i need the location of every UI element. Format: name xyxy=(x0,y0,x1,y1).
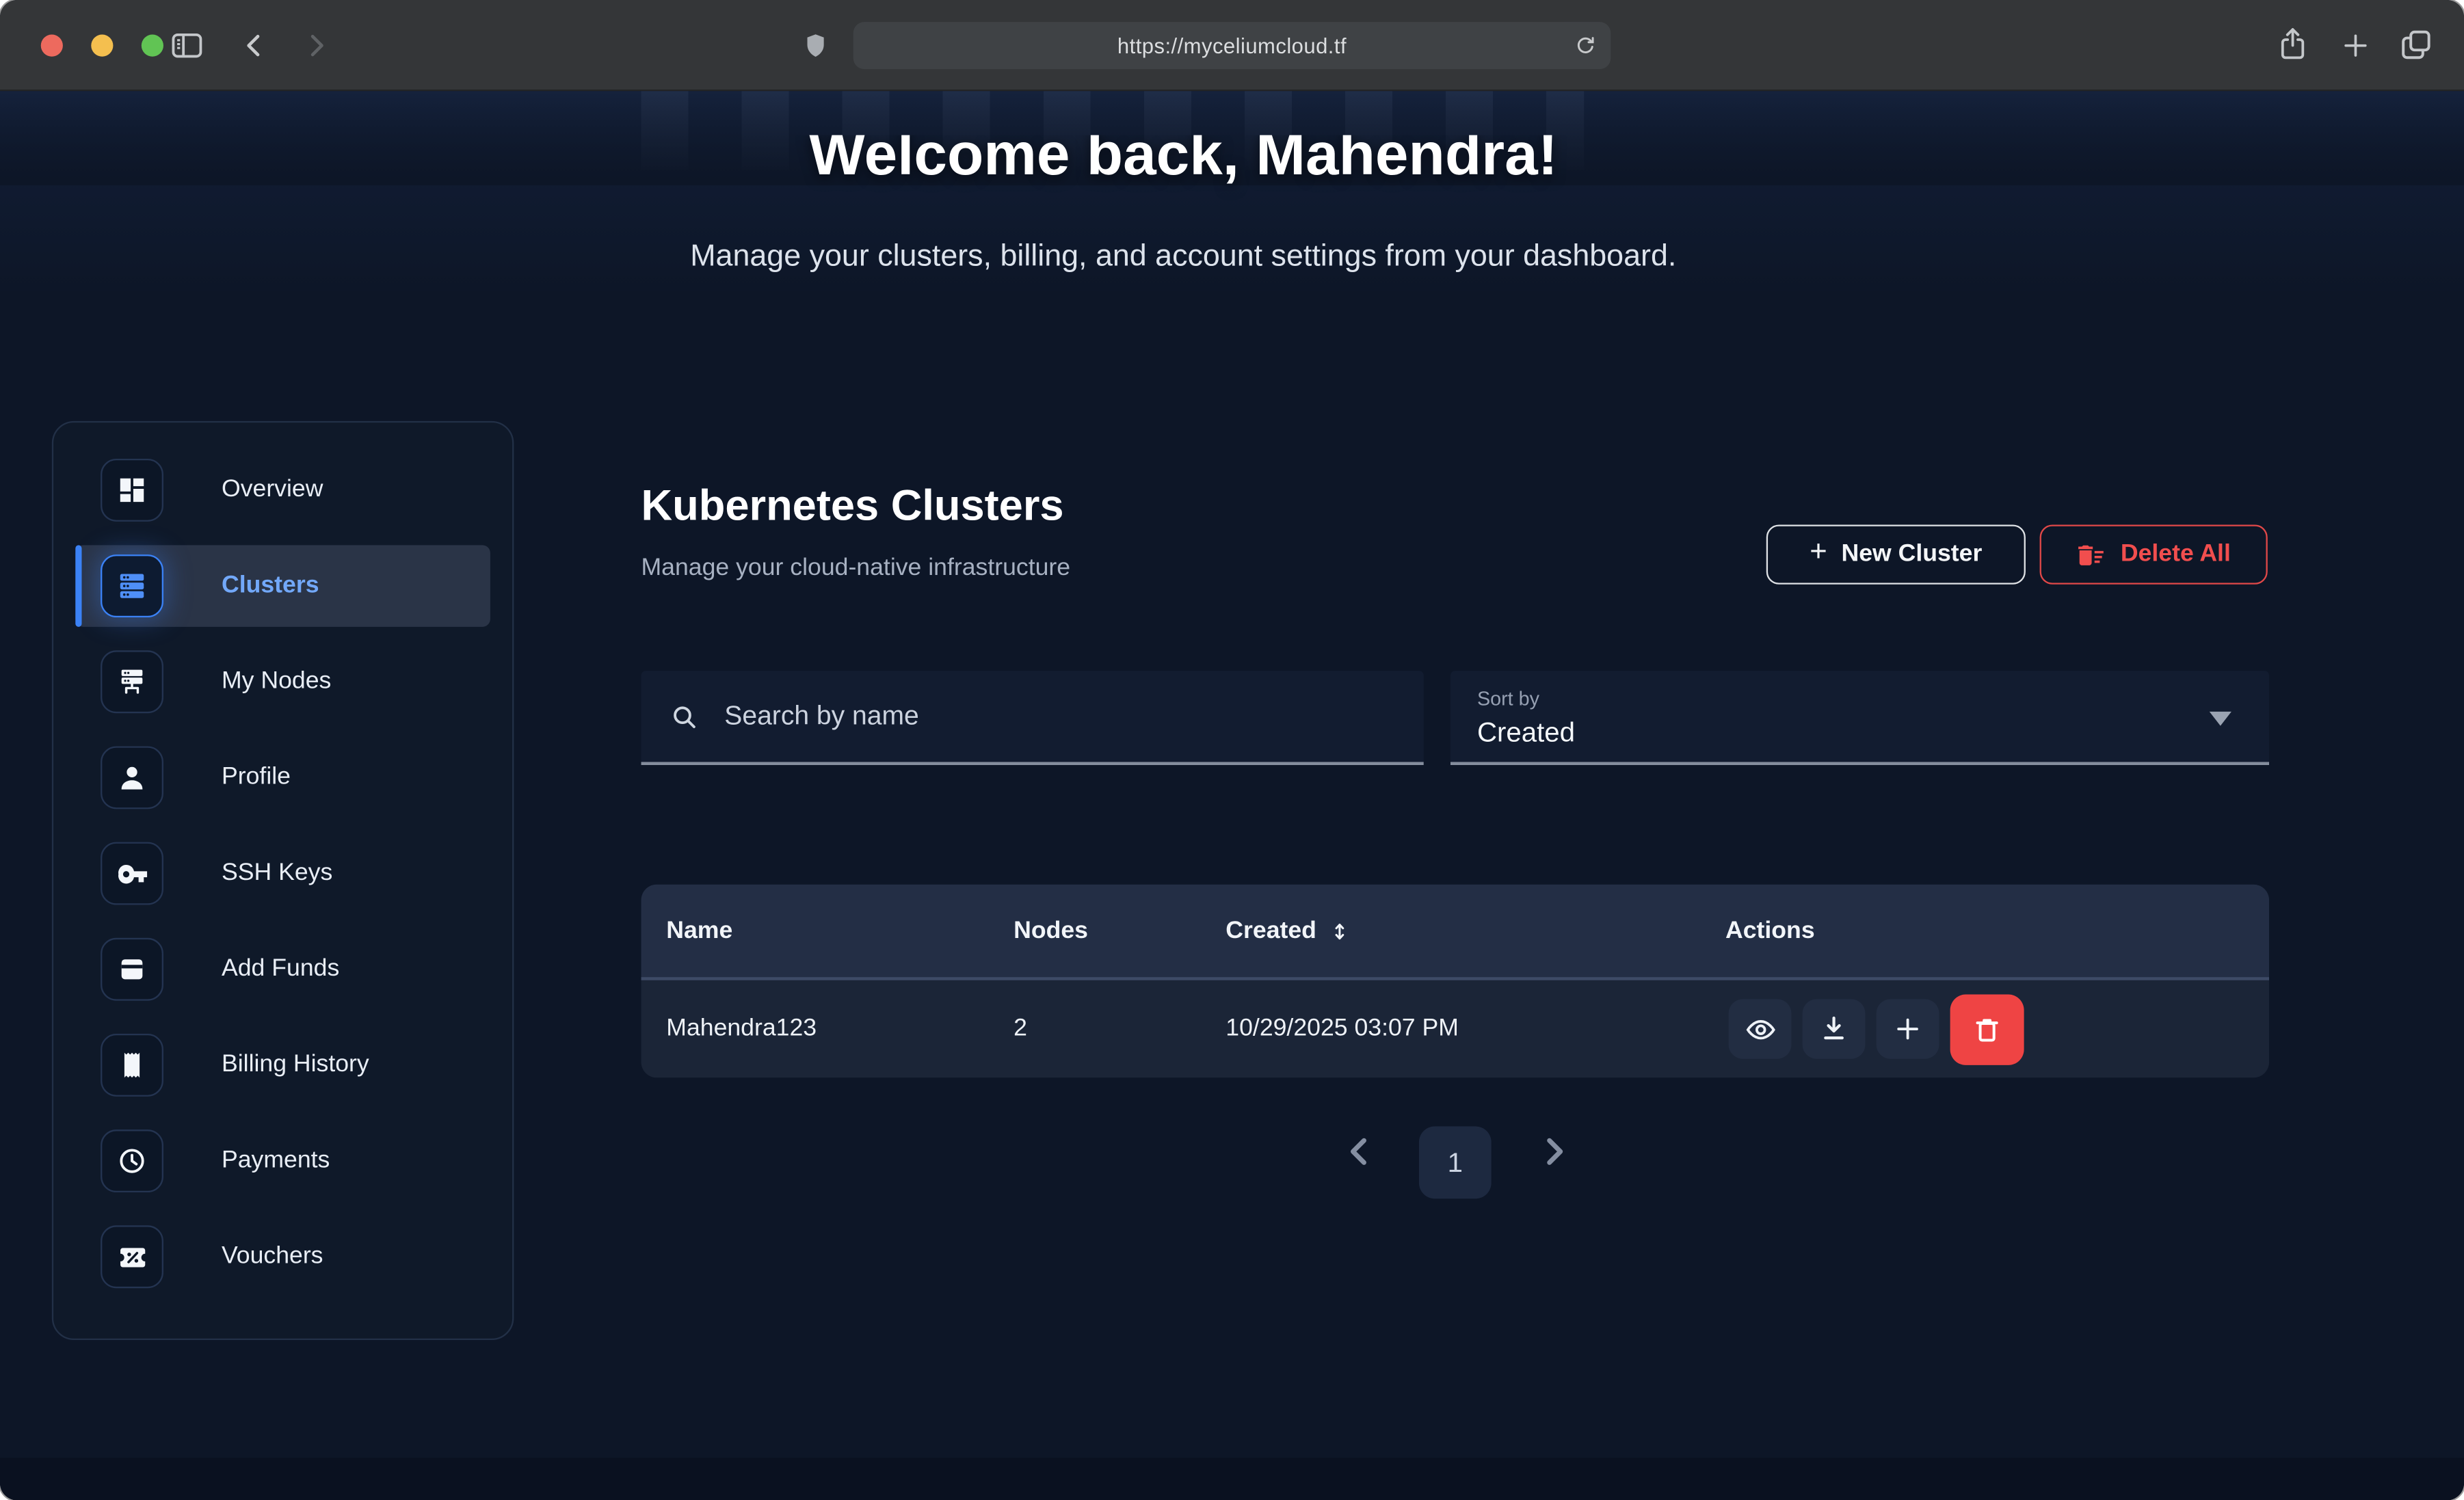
receipt-icon xyxy=(101,1034,163,1097)
new-cluster-button[interactable]: + New Cluster xyxy=(1766,524,2026,584)
search-input[interactable] xyxy=(721,699,1396,734)
row-actions xyxy=(1725,993,2269,1064)
sort-value: Created xyxy=(1477,716,2242,749)
sort-label: Sort by xyxy=(1477,688,2242,710)
page-number-button[interactable]: 1 xyxy=(1419,1127,1492,1199)
sidebar-item-billing-history[interactable]: Billing History xyxy=(75,1024,490,1106)
table-header-row: Name Nodes Created Actions xyxy=(641,885,2270,980)
sidebar-item-my-nodes[interactable]: My Nodes xyxy=(75,641,490,723)
clusters-table: Name Nodes Created Actions Mahendra123 2… xyxy=(641,885,2270,1078)
table-row: Mahendra123 2 10/29/2025 03:07 PM xyxy=(641,980,2270,1077)
footer-band xyxy=(0,1458,2464,1500)
address-bar[interactable]: https://myceliumcloud.tf xyxy=(853,22,1611,69)
dashboard-page: Welcome back, Mahendra! Manage your clus… xyxy=(0,91,2464,1500)
sort-updown-icon xyxy=(1329,918,1349,943)
browser-toolbar: https://myceliumcloud.tf xyxy=(0,0,2464,91)
new-cluster-label: New Cluster xyxy=(1841,540,1982,568)
sidebar-item-label: My Nodes xyxy=(222,668,331,696)
minimize-window-button[interactable] xyxy=(91,35,113,57)
page-subtitle: Manage your cloud-native infrastructure xyxy=(641,554,1071,582)
delete-cluster-button[interactable] xyxy=(1950,993,2024,1064)
clusters-icon xyxy=(101,554,163,617)
sidebar-nav: Overview Clusters xyxy=(52,421,514,1340)
sidebar-item-label: Overview xyxy=(222,476,323,504)
sidebar-item-overview[interactable]: Overview xyxy=(75,449,490,531)
sidebar-item-add-funds[interactable]: Add Funds xyxy=(75,928,490,1010)
shield-icon[interactable] xyxy=(802,27,830,64)
add-node-button[interactable] xyxy=(1877,999,1939,1058)
reload-icon[interactable] xyxy=(1573,33,1598,58)
search-icon xyxy=(670,701,700,732)
hero-subtitle: Manage your clusters, billing, and accou… xyxy=(0,239,2415,275)
search-field[interactable] xyxy=(641,671,1424,765)
sidebar-item-label: Add Funds xyxy=(222,955,339,983)
cell-cluster-nodes: 2 xyxy=(1014,1015,1226,1043)
share-icon[interactable] xyxy=(2275,23,2310,64)
key-icon xyxy=(101,842,163,905)
download-kubeconfig-button[interactable] xyxy=(1803,999,1866,1058)
sidebar-item-label: Clusters xyxy=(222,572,319,600)
sidebar-item-ssh-keys[interactable]: SSH Keys xyxy=(75,833,490,914)
url-text: https://myceliumcloud.tf xyxy=(1117,34,1347,57)
col-header-nodes: Nodes xyxy=(1014,917,1226,945)
sidebar-toggle-icon[interactable] xyxy=(168,28,206,63)
wallet-icon xyxy=(101,938,163,1001)
sort-dropdown[interactable]: Sort by Created xyxy=(1450,671,2269,765)
ticket-icon xyxy=(101,1225,163,1288)
col-header-created[interactable]: Created xyxy=(1226,917,1725,945)
sidebar-item-clusters[interactable]: Clusters xyxy=(75,545,490,626)
delete-sweep-icon xyxy=(2077,539,2107,570)
sidebar-item-label: Billing History xyxy=(222,1051,369,1079)
sidebar-item-vouchers[interactable]: Vouchers xyxy=(75,1216,490,1298)
sidebar-item-profile[interactable]: Profile xyxy=(75,737,490,818)
new-tab-icon[interactable] xyxy=(2340,30,2371,62)
person-icon xyxy=(101,746,163,809)
page-title: Kubernetes Clusters xyxy=(641,481,1064,531)
col-header-name: Name xyxy=(666,917,1014,945)
sidebar-item-label: Payments xyxy=(222,1147,330,1175)
close-window-button[interactable] xyxy=(41,35,63,57)
view-cluster-button[interactable] xyxy=(1729,999,1792,1058)
plus-icon: + xyxy=(1810,536,1827,571)
delete-all-button[interactable]: Delete All xyxy=(2040,524,2268,584)
next-page-button[interactable] xyxy=(1535,1133,1573,1170)
back-icon[interactable] xyxy=(239,30,270,62)
nodes-icon xyxy=(101,650,163,713)
delete-all-label: Delete All xyxy=(2121,540,2231,568)
sidebar-item-label: Vouchers xyxy=(222,1243,323,1271)
forward-icon[interactable] xyxy=(300,30,332,62)
maximize-window-button[interactable] xyxy=(142,35,163,57)
cell-cluster-name: Mahendra123 xyxy=(666,1015,1014,1043)
sidebar-item-payments[interactable]: Payments xyxy=(75,1120,490,1201)
sidebar-item-label: SSH Keys xyxy=(222,859,332,887)
cell-cluster-created: 10/29/2025 03:07 PM xyxy=(1226,1015,1725,1043)
sidebar-item-label: Profile xyxy=(222,764,291,792)
col-header-actions: Actions xyxy=(1725,917,2269,945)
tabs-icon[interactable] xyxy=(2398,27,2434,63)
welcome-heading: Welcome back, Mahendra! xyxy=(0,135,2415,193)
previous-page-button[interactable] xyxy=(1340,1133,1378,1170)
browser-window: https://myceliumcloud.tf xyxy=(0,0,2464,1500)
clock-icon xyxy=(101,1129,163,1192)
screen: https://myceliumcloud.tf xyxy=(0,0,2464,1500)
chevron-down-icon xyxy=(2210,712,2231,726)
dashboard-icon xyxy=(101,459,163,522)
